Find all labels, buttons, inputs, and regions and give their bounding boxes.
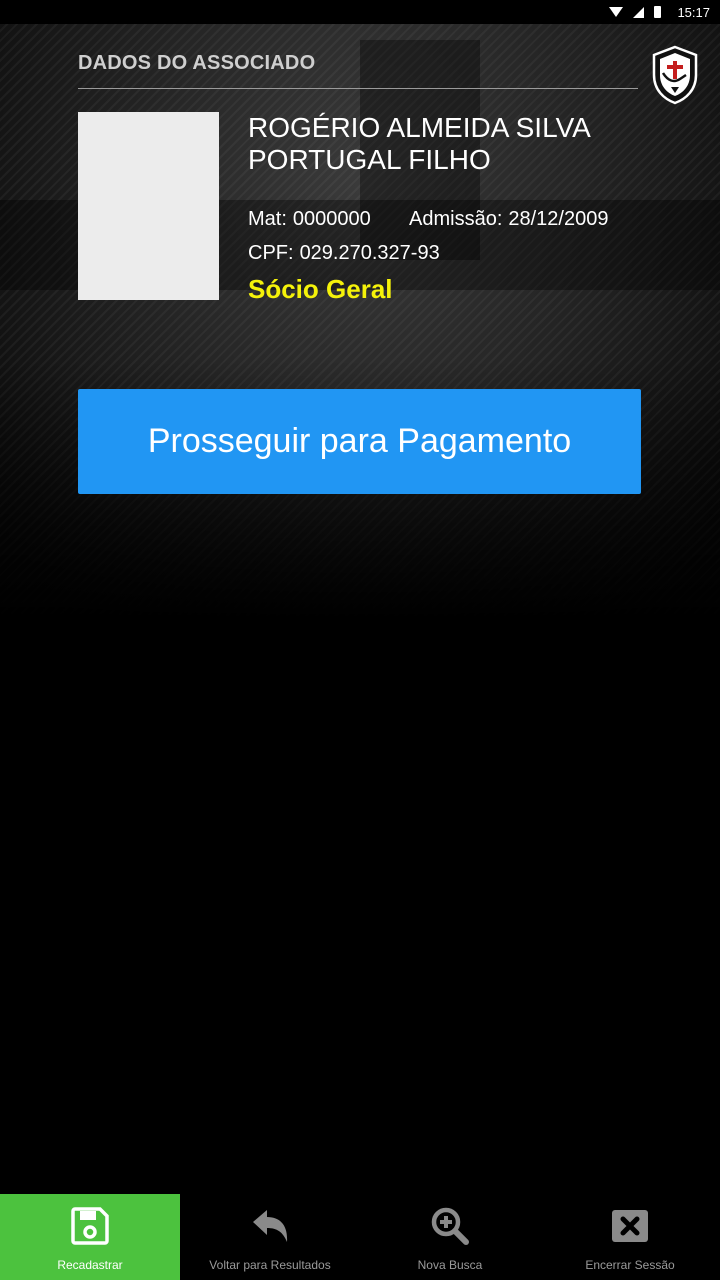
nav-label: Voltar para Resultados bbox=[209, 1258, 331, 1272]
signal-icon bbox=[633, 6, 645, 18]
bottom-navigation: Recadastrar Voltar para Resultados Nova … bbox=[0, 1194, 720, 1280]
wifi-icon bbox=[609, 7, 624, 17]
nav-item-voltar-resultados[interactable]: Voltar para Resultados bbox=[180, 1194, 360, 1280]
status-bar: 15:17 bbox=[0, 0, 720, 24]
cpf-value: 029.270.327-93 bbox=[299, 242, 440, 264]
registration-number: Mat: 0000000 bbox=[248, 208, 371, 231]
nav-item-nova-busca[interactable]: Nova Busca bbox=[360, 1194, 540, 1280]
battery-icon bbox=[654, 6, 662, 18]
club-crest-logo bbox=[652, 45, 698, 105]
screen: 15:17 DADOS DO ASSOCIADO ROGÉRIO ALMEIDA… bbox=[0, 0, 720, 1280]
registration-label: Mat: bbox=[248, 208, 287, 230]
admission-date: Admissão: 28/12/2009 bbox=[409, 208, 608, 231]
member-name: ROGÉRIO ALMEIDA SILVA PORTUGAL FILHO bbox=[248, 112, 590, 175]
close-square-icon bbox=[612, 1210, 648, 1242]
save-icon bbox=[71, 1207, 109, 1245]
admission-label: Admissão: bbox=[409, 208, 503, 230]
nav-item-recadastrar[interactable]: Recadastrar bbox=[0, 1194, 180, 1280]
nav-label: Encerrar Sessão bbox=[585, 1258, 675, 1272]
nav-label: Nova Busca bbox=[417, 1258, 483, 1272]
cpf-label: CPF: bbox=[248, 242, 294, 264]
proceed-to-payment-button[interactable]: Prosseguir para Pagamento bbox=[78, 389, 641, 494]
member-photo bbox=[78, 112, 219, 300]
registration-value: 0000000 bbox=[292, 208, 371, 230]
zoom-in-icon bbox=[431, 1207, 469, 1245]
member-category-badge: Sócio Geral bbox=[248, 274, 393, 304]
section-title: DADOS DO ASSOCIADO bbox=[78, 52, 316, 74]
nav-label: Recadastrar bbox=[57, 1258, 123, 1272]
status-icons: 15:17 bbox=[609, 0, 710, 24]
nav-item-encerrar-sessao[interactable]: Encerrar Sessão bbox=[540, 1194, 720, 1280]
cpf: CPF: 029.270.327-93 bbox=[248, 242, 440, 265]
status-time: 15:17 bbox=[677, 4, 710, 20]
header-divider bbox=[78, 88, 638, 89]
stadium-background-image bbox=[0, 0, 720, 620]
admission-value: 28/12/2009 bbox=[508, 208, 609, 230]
reply-icon bbox=[253, 1210, 288, 1242]
